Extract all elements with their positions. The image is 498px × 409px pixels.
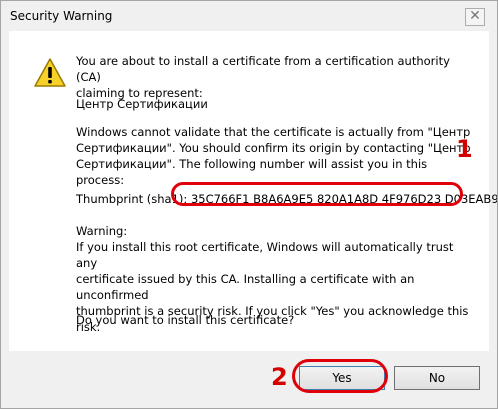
install-question: Do you want to install this certificate? bbox=[76, 313, 295, 327]
callout-1: 1 bbox=[456, 135, 473, 163]
title-bar: Security Warning ✕ bbox=[1, 1, 497, 31]
close-icon: ✕ bbox=[469, 8, 481, 24]
no-button[interactable]: No bbox=[394, 366, 480, 390]
yes-highlight bbox=[292, 359, 388, 393]
validation-text: Windows cannot validate that the certifi… bbox=[76, 125, 471, 187]
thumbprint-highlight bbox=[171, 182, 463, 206]
callout-2: 2 bbox=[271, 363, 288, 391]
dialog-content: You are about to install a certificate f… bbox=[9, 31, 497, 351]
warning-icon bbox=[34, 58, 66, 87]
security-warning-dialog: Security Warning ✕ You are about to inst… bbox=[0, 0, 498, 409]
ca-name: Центр Сертификации bbox=[76, 97, 208, 111]
intro-text: You are about to install a certificate f… bbox=[76, 54, 450, 100]
window-title: Security Warning bbox=[10, 9, 113, 23]
close-button[interactable]: ✕ bbox=[465, 8, 485, 26]
